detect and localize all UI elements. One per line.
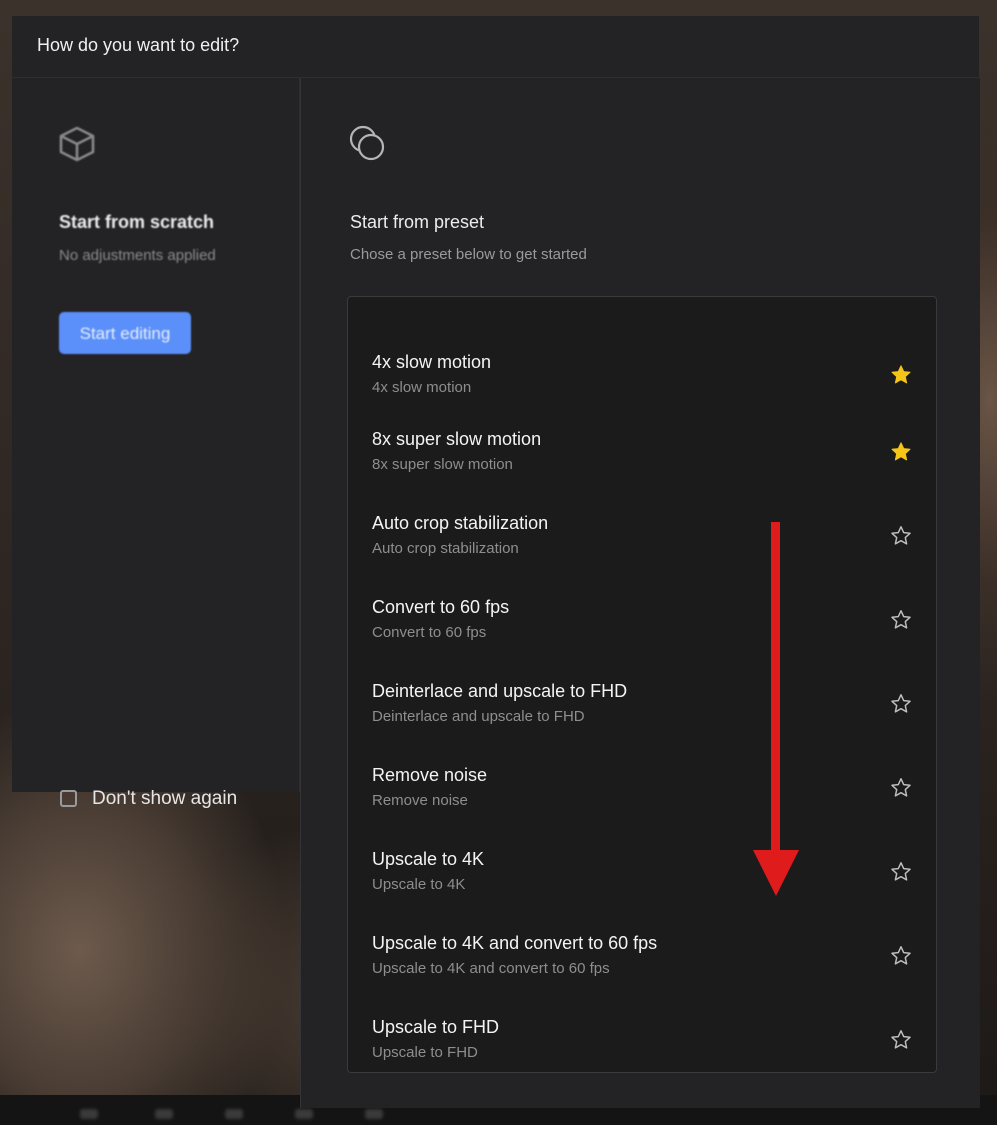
star-outline-icon[interactable] bbox=[890, 777, 912, 799]
control-icon bbox=[365, 1109, 383, 1119]
preset-item-subtitle: 8x super slow motion bbox=[372, 456, 513, 473]
preset-item-subtitle: Remove noise bbox=[372, 792, 468, 809]
preset-item-title: Remove noise bbox=[372, 765, 488, 785]
control-icon bbox=[225, 1109, 243, 1119]
star-outline-icon[interactable] bbox=[890, 693, 912, 715]
scratch-subtitle: No adjustments applied bbox=[59, 247, 216, 264]
preset-item-title: Upscale to 4K bbox=[372, 849, 485, 869]
scratch-option-panel[interactable]: Start from scratch No adjustments applie… bbox=[12, 78, 300, 809]
preset-option-panel: Start from preset Chose a preset below t… bbox=[300, 78, 980, 1108]
preset-item-title: Deinterlace and upscale to FHD bbox=[372, 681, 628, 701]
preset-item[interactable]: Remove noise Remove noise bbox=[348, 765, 936, 829]
preset-item-title: Upscale to FHD bbox=[372, 1017, 500, 1037]
preset-item-subtitle: Deinterlace and upscale to FHD bbox=[372, 708, 585, 725]
preset-item-title: Auto crop stabilization bbox=[372, 513, 549, 533]
star-outline-icon[interactable] bbox=[890, 1029, 912, 1051]
star-outline-icon[interactable] bbox=[890, 525, 912, 547]
preset-item[interactable]: 4x slow motion 4x slow motion bbox=[348, 352, 936, 416]
edit-mode-dialog: How do you want to edit? Start from scra… bbox=[12, 16, 980, 1108]
star-filled-icon[interactable] bbox=[890, 441, 912, 463]
preset-item-title: Upscale to 4K and convert to 60 fps bbox=[372, 933, 658, 953]
preset-list[interactable]: 4x slow motion 4x slow motion 8x super slo… bbox=[347, 296, 937, 1073]
star-outline-icon[interactable] bbox=[890, 945, 912, 967]
scratch-title: Start from scratch bbox=[59, 212, 215, 232]
preset-item[interactable]: 8x super slow motion 8x super slow motion bbox=[348, 429, 936, 493]
preset-item[interactable]: Convert to 60 fps Convert to 60 fps bbox=[348, 597, 936, 661]
control-icon bbox=[295, 1109, 313, 1119]
preset-item[interactable]: Auto crop stabilization Auto crop stabili… bbox=[348, 513, 936, 577]
start-editing-button[interactable]: Start editing bbox=[59, 312, 191, 354]
star-outline-icon[interactable] bbox=[890, 609, 912, 631]
preset-item-subtitle: Upscale to 4K and convert to 60 fps bbox=[372, 960, 610, 977]
star-filled-icon[interactable] bbox=[890, 364, 912, 386]
preset-title: Start from preset bbox=[350, 212, 485, 232]
preset-item[interactable]: Upscale to 4K Upscale to 4K bbox=[348, 849, 936, 913]
cube-icon bbox=[59, 126, 95, 162]
overlapping-circles-icon bbox=[349, 125, 385, 161]
preset-item-title: 8x super slow motion bbox=[372, 429, 542, 449]
dialog-header: How do you want to edit? bbox=[12, 16, 979, 78]
preset-item[interactable]: Deinterlace and upscale to FHD Deinterlac… bbox=[348, 681, 936, 745]
preset-item-subtitle: Convert to 60 fps bbox=[372, 624, 487, 641]
dont-show-again-label[interactable]: Don't show again bbox=[92, 788, 237, 810]
preset-item-title: 4x slow motion bbox=[372, 352, 492, 372]
preset-item-title: Convert to 60 fps bbox=[372, 597, 510, 617]
control-icon bbox=[155, 1109, 173, 1119]
star-outline-icon[interactable] bbox=[890, 861, 912, 883]
preset-item-subtitle: Upscale to 4K bbox=[372, 876, 466, 893]
preset-item[interactable]: Upscale to FHD Upscale to FHD bbox=[348, 1017, 936, 1072]
dialog-title: How do you want to edit? bbox=[37, 35, 240, 55]
dont-show-again-checkbox[interactable] bbox=[60, 790, 77, 807]
preset-item-subtitle: 4x slow motion bbox=[372, 379, 472, 396]
control-icon bbox=[80, 1109, 98, 1119]
preset-item-subtitle: Upscale to FHD bbox=[372, 1044, 478, 1061]
preset-subtitle: Chose a preset below to get started bbox=[350, 246, 587, 263]
preset-item[interactable]: Upscale to 4K and convert to 60 fps Upsca… bbox=[348, 933, 936, 997]
preset-item-subtitle: Auto crop stabilization bbox=[372, 540, 519, 557]
